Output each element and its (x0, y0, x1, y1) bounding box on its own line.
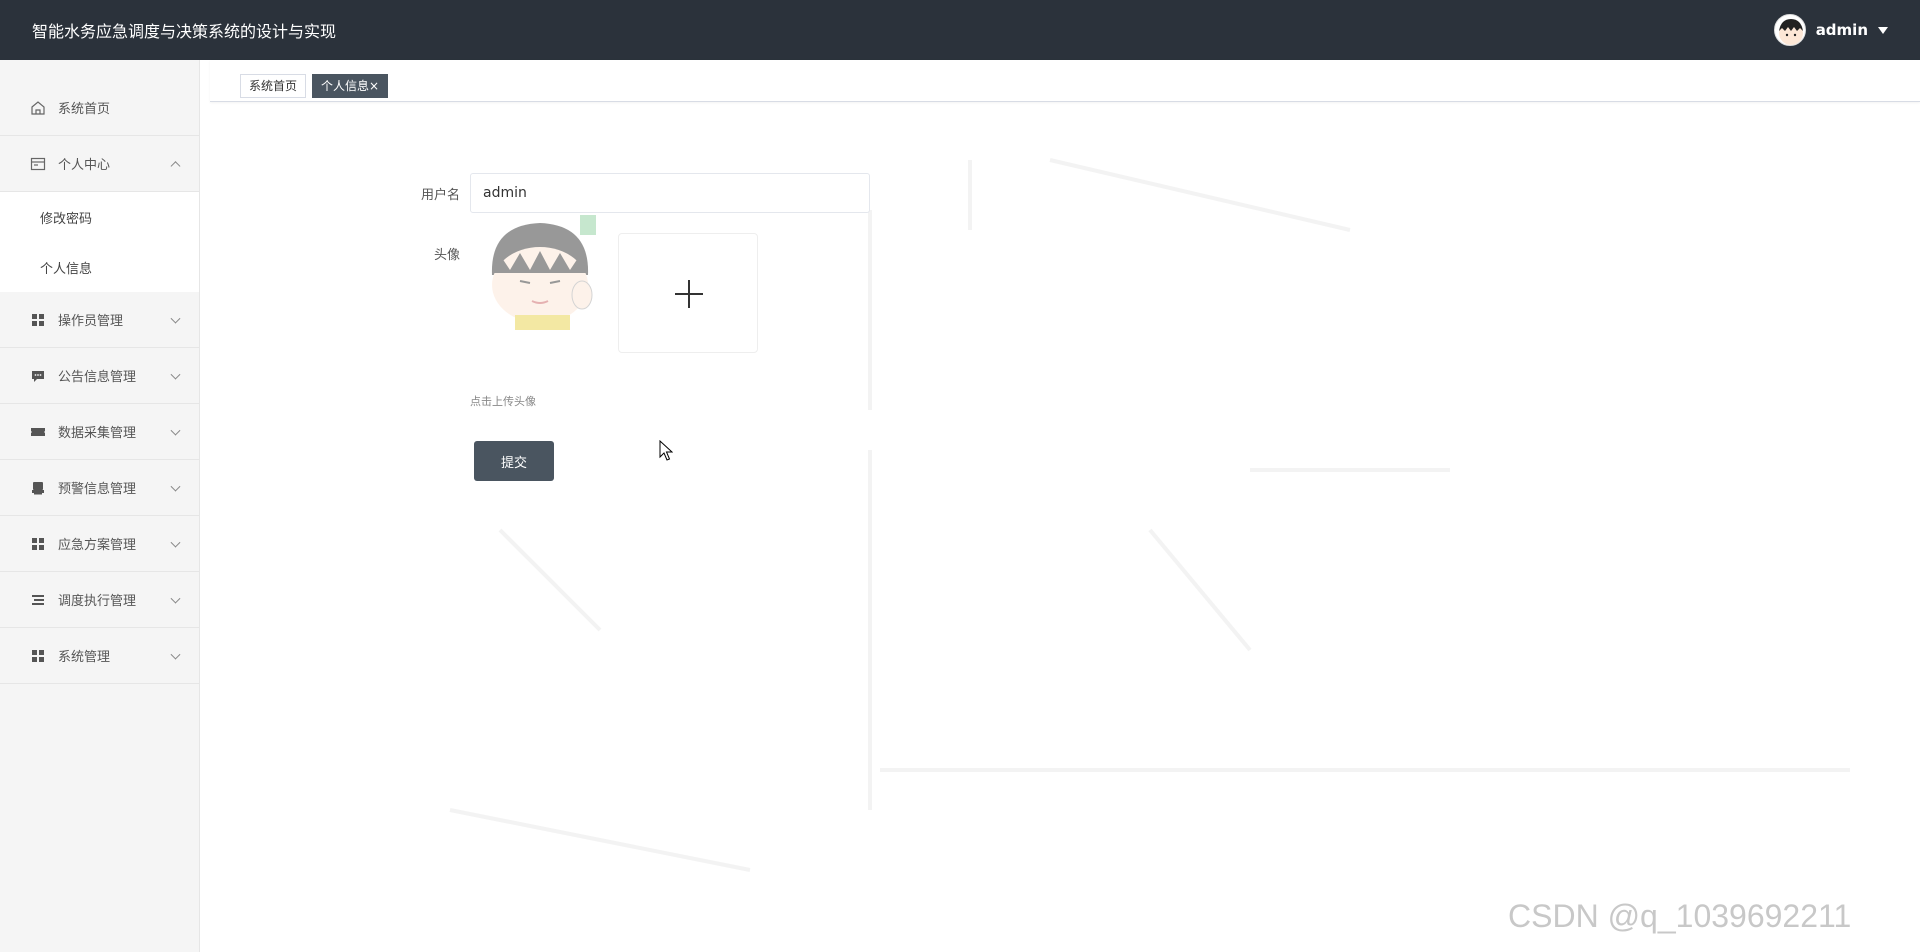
tab-label: 个人信息 (321, 79, 370, 93)
tab-home[interactable]: 系统首页 (240, 74, 307, 98)
sidebar-item-dispatch-execution-management[interactable]: 调度执行管理 (0, 572, 199, 628)
avatar-preview (470, 215, 610, 330)
chevron-down-icon (170, 481, 181, 492)
personal-center-submenu: 修改密码 个人信息 (0, 192, 199, 292)
avatar[interactable] (1773, 14, 1806, 46)
sidebar-item-label: 系统首页 (58, 102, 111, 117)
chevron-down-icon (170, 425, 181, 436)
username-label: 用户名 (420, 188, 460, 203)
chat-icon (30, 368, 46, 384)
sidebar-item-label: 个人中心 (58, 158, 111, 173)
avatar-upload-box[interactable] (618, 233, 758, 353)
grid-icon (30, 648, 46, 664)
watermark: CSDN @q_1039692211 (1508, 898, 1852, 934)
grid-icon (30, 312, 46, 328)
user-name[interactable]: admin (1816, 21, 1868, 39)
app-title: 智能水务应急调度与决策系统的设计与实现 (32, 22, 337, 41)
sidebar-item-warning-management[interactable]: 预警信息管理 (0, 460, 199, 516)
plus-icon-vertical (688, 280, 690, 308)
tab-personal-info[interactable]: 个人信息× (312, 74, 389, 98)
sidebar-item-label: 预警信息管理 (58, 482, 137, 497)
top-header: 智能水务应急调度与决策系统的设计与实现 admin (0, 0, 1920, 60)
sidebar-item-emergency-plan-management[interactable]: 应急方案管理 (0, 516, 199, 572)
chevron-down-icon (170, 649, 181, 660)
mouse-cursor-icon (659, 440, 673, 461)
tab-bar: 系统首页 个人信息× (210, 60, 1920, 102)
caret-down-icon[interactable] (1878, 26, 1888, 34)
chevron-down-icon (170, 313, 181, 324)
tab-label: 系统首页 (249, 79, 298, 93)
profile-card-icon (30, 156, 46, 172)
submit-button[interactable]: 提交 (474, 441, 554, 481)
chevron-down-icon (170, 537, 181, 548)
sidebar-item-personal-info[interactable]: 个人信息 (0, 242, 199, 292)
sidebar-item-operator-management[interactable]: 操作员管理 (0, 292, 199, 348)
sidebar-item-announcement-management[interactable]: 公告信息管理 (0, 348, 199, 404)
sidebar-item-label: 系统管理 (58, 650, 111, 665)
sidebar-item-label: 数据采集管理 (58, 426, 137, 441)
home-icon (30, 100, 46, 116)
list-icon (30, 592, 46, 608)
chevron-up-icon (170, 160, 181, 171)
sidebar: 系统首页 个人中心 修改密码 个人信息 操作员管理 公告信息管理 数据采集管理 (0, 60, 200, 952)
close-icon[interactable]: × (369, 79, 379, 93)
sidebar-item-label: 操作员管理 (58, 314, 124, 329)
chevron-down-icon (170, 369, 181, 380)
user-menu[interactable]: admin (1773, 14, 1888, 46)
sidebar-item-home[interactable]: 系统首页 (0, 80, 199, 136)
username-field[interactable]: admin (470, 173, 870, 213)
sidebar-item-label: 调度执行管理 (58, 594, 137, 609)
sidebar-item-label: 公告信息管理 (58, 370, 137, 385)
sidebar-item-system-management[interactable]: 系统管理 (0, 628, 199, 684)
upload-tip: 点击上传头像 (470, 395, 536, 408)
chevron-down-icon (170, 593, 181, 604)
sidebar-item-personal-center[interactable]: 个人中心 (0, 136, 199, 192)
printer-icon (30, 480, 46, 496)
sidebar-item-data-collection-management[interactable]: 数据采集管理 (0, 404, 199, 460)
sidebar-item-change-password[interactable]: 修改密码 (0, 192, 199, 242)
avatar-label: 头像 (433, 248, 460, 263)
ticket-icon (30, 424, 46, 440)
sidebar-item-label: 应急方案管理 (58, 538, 137, 553)
grid-icon (30, 536, 46, 552)
